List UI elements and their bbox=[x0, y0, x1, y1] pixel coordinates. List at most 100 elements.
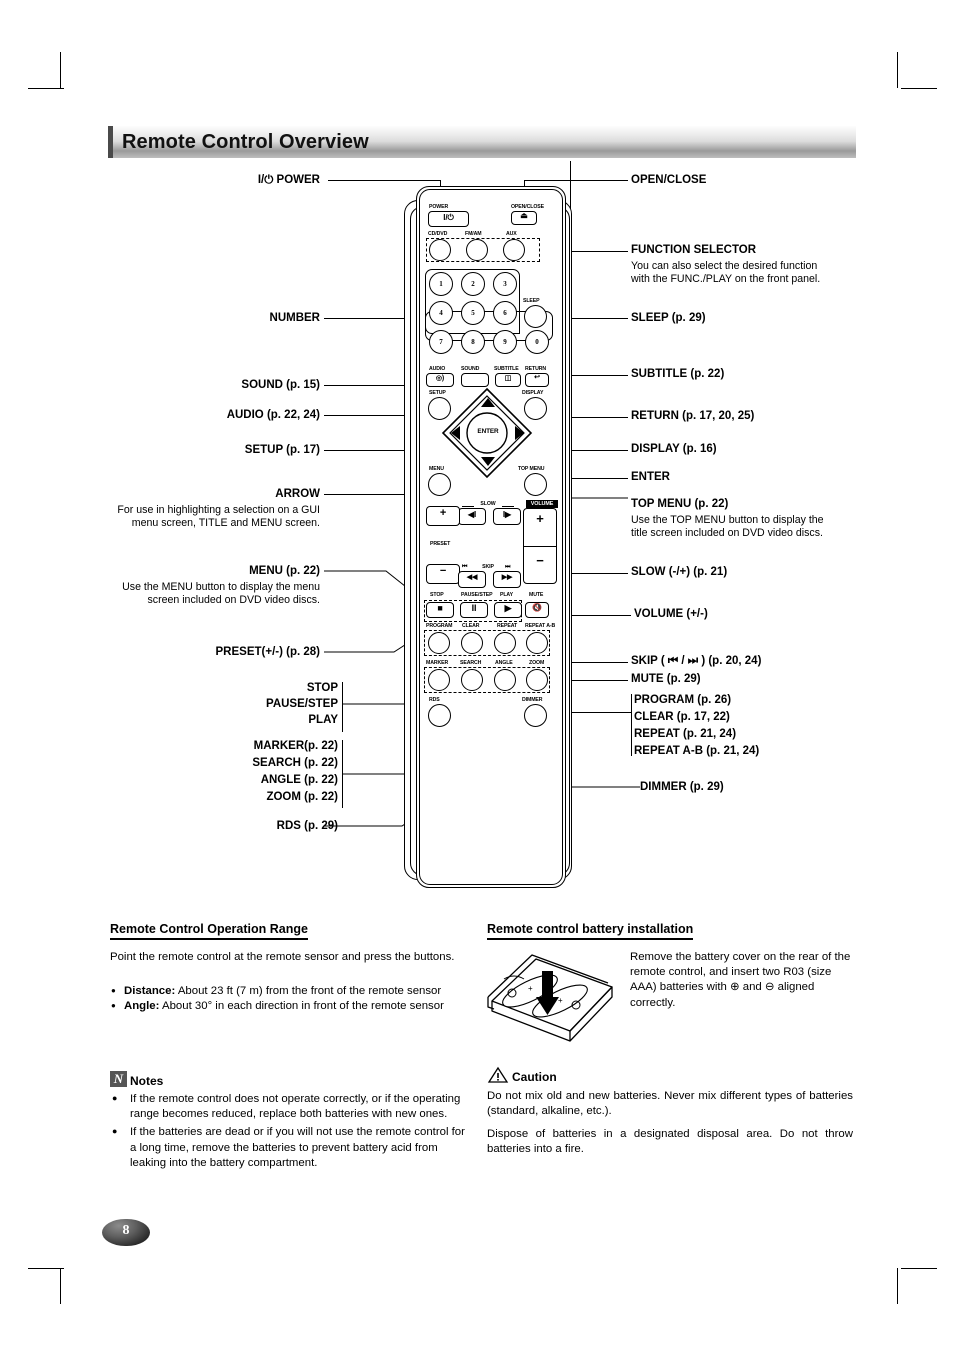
operation-range-heading: Remote Control Operation Range bbox=[110, 922, 308, 940]
number-5[interactable]: 5 bbox=[461, 301, 485, 325]
number-8[interactable]: 8 bbox=[461, 330, 485, 354]
battery-heading: Remote control battery installation bbox=[487, 922, 694, 940]
remote-cap-rds: RDS bbox=[429, 697, 440, 703]
bullet-angle-term: Angle: bbox=[124, 1000, 160, 1013]
remote-cap-menu: MENU bbox=[429, 466, 444, 472]
dimmer-button[interactable] bbox=[524, 704, 547, 727]
callout-repeat-ab: REPEAT A-B (p. 21, 24) bbox=[634, 745, 760, 757]
remote-cap-stop: STOP bbox=[430, 592, 444, 598]
callout-function-selector-desc: You can also select the desired function… bbox=[631, 260, 821, 286]
callout-open-close: OPEN/CLOSE bbox=[631, 174, 707, 186]
volume-minus-icon: − bbox=[536, 553, 544, 568]
angle-button[interactable] bbox=[494, 669, 516, 691]
preset-minus-icon: − bbox=[439, 565, 447, 577]
remote-cap-search: SEARCH bbox=[460, 660, 482, 666]
zoom-button[interactable] bbox=[526, 669, 548, 691]
remote-cap-return: RETURN bbox=[525, 366, 547, 372]
operation-range-intro: Point the remote control at the remote s… bbox=[110, 951, 455, 963]
callout-angle: ANGLE (p. 22) bbox=[260, 774, 338, 786]
clear-button[interactable] bbox=[461, 632, 483, 654]
rds-button[interactable] bbox=[428, 704, 451, 727]
skip-prev-mini-icon: ⏮ bbox=[462, 564, 468, 570]
remote-cap-preset: PRESET bbox=[430, 541, 451, 547]
menu-button[interactable] bbox=[428, 473, 451, 496]
leader-power-h bbox=[328, 180, 440, 181]
bullet-angle-text: About 30° in each direction in front of … bbox=[159, 1000, 444, 1013]
skip-next-mini-icon: ⏭ bbox=[505, 564, 511, 570]
marker-button[interactable] bbox=[428, 669, 450, 691]
remote-cap-clear: CLEAR bbox=[462, 623, 480, 629]
remote-cap-cd-dvd: CD/DVD bbox=[428, 231, 448, 237]
number-1[interactable]: 1 bbox=[429, 272, 453, 296]
leader-sleep bbox=[570, 318, 628, 319]
aux-button[interactable] bbox=[503, 239, 525, 261]
crop-mark-tr-v bbox=[897, 52, 898, 88]
bullet-distance-text: About 23 ft (7 m) from the front of the … bbox=[175, 985, 442, 997]
number-9[interactable]: 9 bbox=[493, 330, 517, 354]
callout-stop: STOP bbox=[306, 682, 338, 694]
callout-top-menu: TOP MENU (p. 22) bbox=[631, 498, 729, 510]
repeat-ab-button[interactable] bbox=[526, 632, 548, 654]
sound-button[interactable] bbox=[461, 373, 489, 387]
repeat-button[interactable] bbox=[494, 632, 516, 654]
notes-list: If the remote control does not operate c… bbox=[110, 1091, 465, 1171]
enter-button-label[interactable]: ENTER bbox=[468, 428, 508, 435]
leader-number bbox=[324, 318, 408, 319]
leader-skip bbox=[570, 662, 628, 663]
arrow-down-icon[interactable] bbox=[481, 457, 495, 466]
number-3[interactable]: 3 bbox=[493, 272, 517, 296]
leader-return bbox=[570, 417, 628, 418]
callout-return: RETURN (p. 17, 20, 25) bbox=[631, 410, 755, 422]
remote-cap-marker: MARKER bbox=[426, 660, 449, 666]
number-7[interactable]: 7 bbox=[429, 330, 453, 354]
leader-function-selector bbox=[570, 251, 628, 252]
number-6[interactable]: 6 bbox=[493, 301, 517, 325]
caution-icon bbox=[487, 1066, 509, 1084]
subtitle-icon: ◫ bbox=[504, 375, 512, 382]
callout-zoom: ZOOM (p. 22) bbox=[266, 791, 338, 803]
callout-preset: PRESET(+/-) (p. 28) bbox=[215, 646, 320, 658]
sleep-button[interactable] bbox=[524, 305, 547, 328]
callout-clear: CLEAR (p. 17, 22) bbox=[634, 711, 730, 723]
pause-icon: II bbox=[471, 603, 477, 613]
remote-cap-pause-step: PAUSE/STEP bbox=[461, 592, 493, 598]
volume-rocker-split bbox=[523, 546, 557, 547]
arrow-up-icon[interactable] bbox=[481, 398, 495, 407]
eject-icon: ⏏ bbox=[520, 211, 528, 220]
callout-arrow-desc: For use in highlighting a selection on a… bbox=[117, 504, 320, 530]
fm-am-button[interactable] bbox=[466, 239, 488, 261]
cd-dvd-button[interactable] bbox=[429, 239, 451, 261]
mute-icon: 🔇 bbox=[532, 603, 542, 612]
remote-cap-aux: AUX bbox=[506, 231, 517, 237]
caution-paragraph-2: Dispose of batteries in a designated dis… bbox=[487, 1128, 853, 1156]
remote-cap-volume: VOLUME bbox=[530, 501, 554, 507]
callout-play: PLAY bbox=[308, 714, 338, 726]
caution-heading: Caution bbox=[512, 1070, 557, 1084]
callout-menu-desc: Use the MENU button to display the menu … bbox=[122, 581, 320, 607]
section-header-bar: Remote Control Overview bbox=[108, 126, 856, 158]
search-button[interactable] bbox=[461, 669, 483, 691]
remote-cap-mute: MUTE bbox=[529, 592, 544, 598]
leader-mute bbox=[570, 680, 628, 681]
number-0[interactable]: 0 bbox=[525, 330, 549, 354]
leader-volume bbox=[570, 615, 631, 616]
arrow-left-icon[interactable] bbox=[451, 426, 460, 440]
number-2[interactable]: 2 bbox=[461, 272, 485, 296]
number-4[interactable]: 4 bbox=[429, 301, 453, 325]
top-menu-button[interactable] bbox=[524, 473, 547, 496]
skip-prev-icon: ◀◀ bbox=[466, 574, 478, 581]
slow-rule-left bbox=[462, 506, 474, 507]
arrow-right-icon[interactable] bbox=[515, 426, 524, 440]
callout-dimmer: DIMMER (p. 29) bbox=[640, 781, 724, 793]
power-icon: I/⏻ bbox=[443, 213, 454, 222]
callout-power: I/⏻ POWER bbox=[257, 174, 320, 186]
program-button[interactable] bbox=[428, 632, 450, 654]
remote-cap-subtitle: SUBTITLE bbox=[494, 366, 519, 372]
callout-program: PROGRAM (p. 26) bbox=[634, 694, 732, 706]
slow-plus-icon: I▶ bbox=[502, 510, 512, 519]
battery-installation-illustration: + + bbox=[484, 945, 619, 1045]
callout-volume: VOLUME (+/-) bbox=[634, 608, 708, 620]
callout-function-selector: FUNCTION SELECTOR bbox=[631, 244, 757, 256]
battery-text: Remove the battery cover on the rear of … bbox=[630, 951, 851, 1009]
callout-arrow: ARROW bbox=[275, 488, 320, 500]
